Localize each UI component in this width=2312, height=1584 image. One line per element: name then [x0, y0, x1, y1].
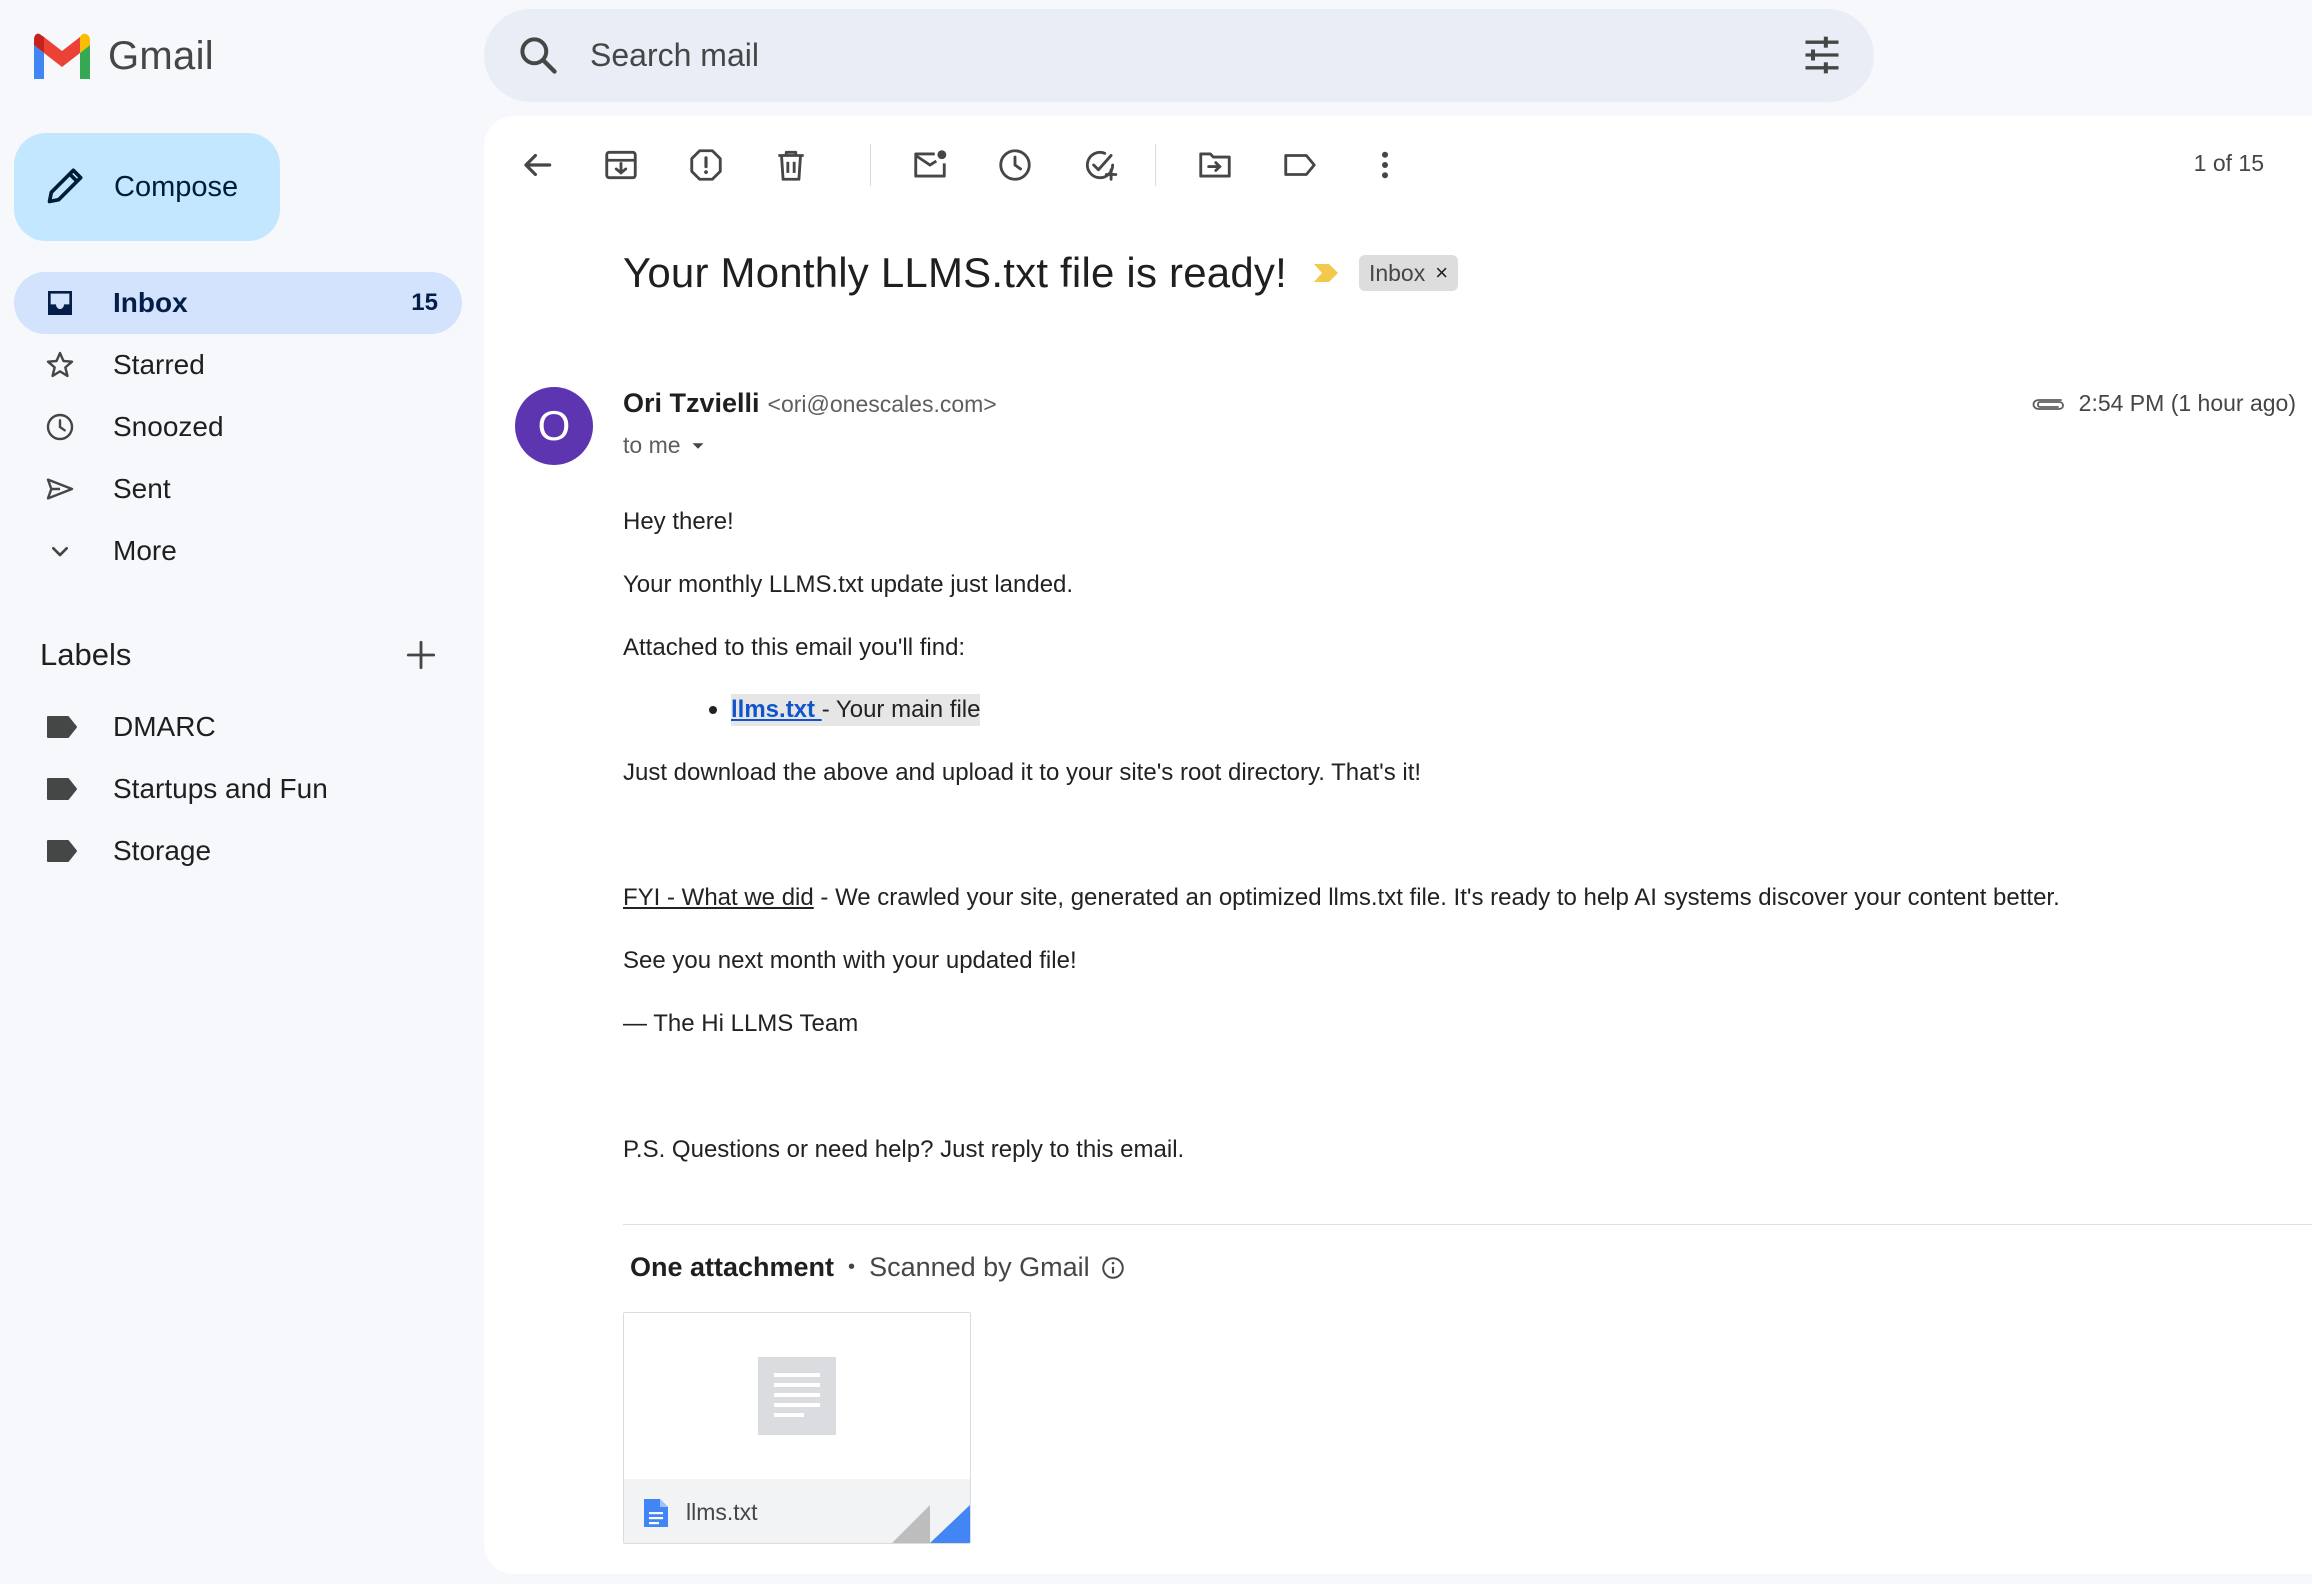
fyi-text: - We crawled your site, generated an opt…	[813, 884, 2060, 911]
attachment-preview	[624, 1313, 970, 1479]
toolbar-divider	[870, 144, 871, 186]
search-input[interactable]: Search mail	[590, 37, 759, 74]
highlighted-text: llms.txt - Your main file	[731, 694, 981, 726]
body-signoff: — The Hi LLMS Team	[623, 1010, 859, 1037]
bullet-dot	[709, 706, 717, 714]
remove-label-icon[interactable]: ×	[1435, 260, 1448, 286]
send-icon	[46, 478, 74, 500]
email-subject-row: Your Monthly LLMS.txt file is ready! Inb…	[623, 249, 1459, 297]
file-icon	[644, 1499, 668, 1527]
body-line: Your monthly LLMS.txt update just landed…	[623, 571, 1074, 598]
labels-header: Labels	[40, 630, 440, 680]
inbox-label-chip: Inbox ×	[1358, 255, 1459, 291]
attachment-icon	[2032, 398, 2064, 410]
body-line: Attached to this email you'll find:	[623, 634, 966, 661]
caret-down-icon	[692, 442, 704, 449]
pencil-icon	[47, 168, 83, 204]
body-bullet: llms.txt - Your main file	[709, 694, 981, 726]
sidebar-item-sent[interactable]: Sent	[14, 458, 462, 520]
label-item-dmarc[interactable]: DMARC	[14, 696, 462, 758]
sidebar-item-snoozed[interactable]: Snoozed	[14, 396, 462, 458]
sidebar-nav: Inbox 15 Starred Snoozed Sent More	[14, 272, 462, 582]
star-icon	[46, 351, 74, 378]
attachment-card[interactable]: llms.txt	[623, 1312, 971, 1544]
compose-button[interactable]: Compose	[14, 133, 280, 241]
gmail-app: Gmail Search mail Compose Inbox 15 Starr…	[0, 0, 2312, 1584]
snooze-icon[interactable]	[996, 146, 1034, 184]
recipient-label: to me	[623, 432, 681, 458]
pagination-count: 1 of 15	[2193, 150, 2264, 176]
report-spam-icon[interactable]	[687, 146, 725, 184]
sidebar-item-more[interactable]: More	[14, 520, 462, 582]
label-tag-icon	[47, 840, 77, 862]
body-line: See you next month with your updated fil…	[623, 947, 1077, 974]
label-tag-icon	[47, 716, 77, 738]
bullet-text: - Your main file	[821, 696, 981, 723]
label-tag-icon	[47, 778, 77, 800]
add-label-icon[interactable]	[402, 636, 440, 674]
body-greeting: Hey there!	[623, 508, 734, 535]
attachments-separator: •	[848, 1256, 856, 1278]
message-view: 1 of 15 Your Monthly LLMS.txt file is re…	[484, 116, 2312, 1574]
attachments-title: One attachment	[630, 1252, 835, 1282]
inbox-icon	[48, 291, 72, 315]
sidebar-item-label: More	[113, 535, 177, 566]
label-item-label: Startups and Fun	[113, 773, 328, 804]
sidebar-item-starred[interactable]: Starred	[14, 334, 462, 396]
sender-info: Ori Tzvielli <ori@onescales.com>	[623, 388, 997, 419]
fyi-label: FYI - What we did	[623, 884, 814, 911]
message-toolbar: 1 of 15	[484, 116, 2312, 212]
mark-unread-icon[interactable]	[911, 146, 949, 184]
body-line: Just download the above and upload it to…	[623, 759, 1422, 786]
label-item-label: Storage	[113, 835, 212, 866]
clock-icon	[46, 413, 74, 441]
body-ps: P.S. Questions or need help? Just reply …	[623, 1136, 1185, 1163]
delete-icon[interactable]	[772, 146, 810, 184]
add-to-tasks-icon[interactable]	[1081, 146, 1119, 184]
file-type-corner-icon	[892, 1505, 970, 1543]
email-subject: Your Monthly LLMS.txt file is ready!	[623, 249, 1287, 296]
attachments-divider	[623, 1224, 2312, 1225]
search-icon[interactable]	[516, 33, 560, 77]
chevron-down-icon	[51, 547, 68, 557]
sidebar-item-inbox[interactable]: Inbox 15	[14, 272, 462, 334]
inbox-count: 15	[411, 289, 438, 316]
message-meta: 2:54 PM (1 hour ago)	[2031, 390, 2296, 417]
sidebar-item-label: Sent	[113, 473, 171, 504]
sender-email: <ori@onescales.com>	[767, 391, 997, 417]
sender-name[interactable]: Ori Tzvielli	[623, 388, 760, 419]
compose-label: Compose	[114, 170, 239, 203]
archive-icon[interactable]	[602, 146, 640, 184]
document-preview-icon	[758, 1357, 836, 1435]
recipient-details-toggle[interactable]: to me	[623, 432, 709, 459]
gmail-m-icon	[34, 33, 90, 79]
labels-list: DMARC Startups and Fun Storage	[14, 696, 462, 882]
search-bar[interactable]: Search mail	[484, 9, 1874, 102]
attachments-header: One attachment • Scanned by Gmail	[630, 1252, 1126, 1283]
message-time: 2:54 PM (1 hour ago)	[2078, 390, 2296, 416]
app-name: Gmail	[108, 33, 214, 78]
gmail-logo[interactable]: Gmail	[30, 28, 214, 84]
importance-marker-icon[interactable]	[1311, 262, 1341, 284]
sidebar-item-label: Snoozed	[113, 411, 224, 442]
attachment-link[interactable]: llms.txt	[731, 696, 822, 723]
label-item-startups-and-fun[interactable]: Startups and Fun	[14, 758, 462, 820]
chip-label: Inbox	[1368, 259, 1426, 286]
label-item-label: DMARC	[113, 711, 216, 742]
label-icon[interactable]	[1281, 146, 1319, 184]
more-vert-icon[interactable]	[1366, 146, 1404, 184]
label-item-storage[interactable]: Storage	[14, 820, 462, 882]
sidebar-item-label: Inbox	[113, 287, 188, 318]
sidebar-item-label: Starred	[113, 349, 205, 380]
labels-title: Labels	[40, 637, 132, 672]
move-to-icon[interactable]	[1196, 146, 1234, 184]
attachment-filename: llms.txt	[686, 1499, 758, 1525]
back-arrow-icon[interactable]	[518, 146, 556, 184]
avatar[interactable]: O	[515, 387, 593, 465]
toolbar-divider	[1155, 144, 1156, 186]
scanned-label: Scanned by Gmail	[869, 1252, 1090, 1282]
search-options-icon[interactable]	[1800, 33, 1844, 77]
info-icon[interactable]	[1100, 1255, 1126, 1281]
body-fyi: FYI - What we did - We crawled your site…	[623, 884, 2060, 912]
